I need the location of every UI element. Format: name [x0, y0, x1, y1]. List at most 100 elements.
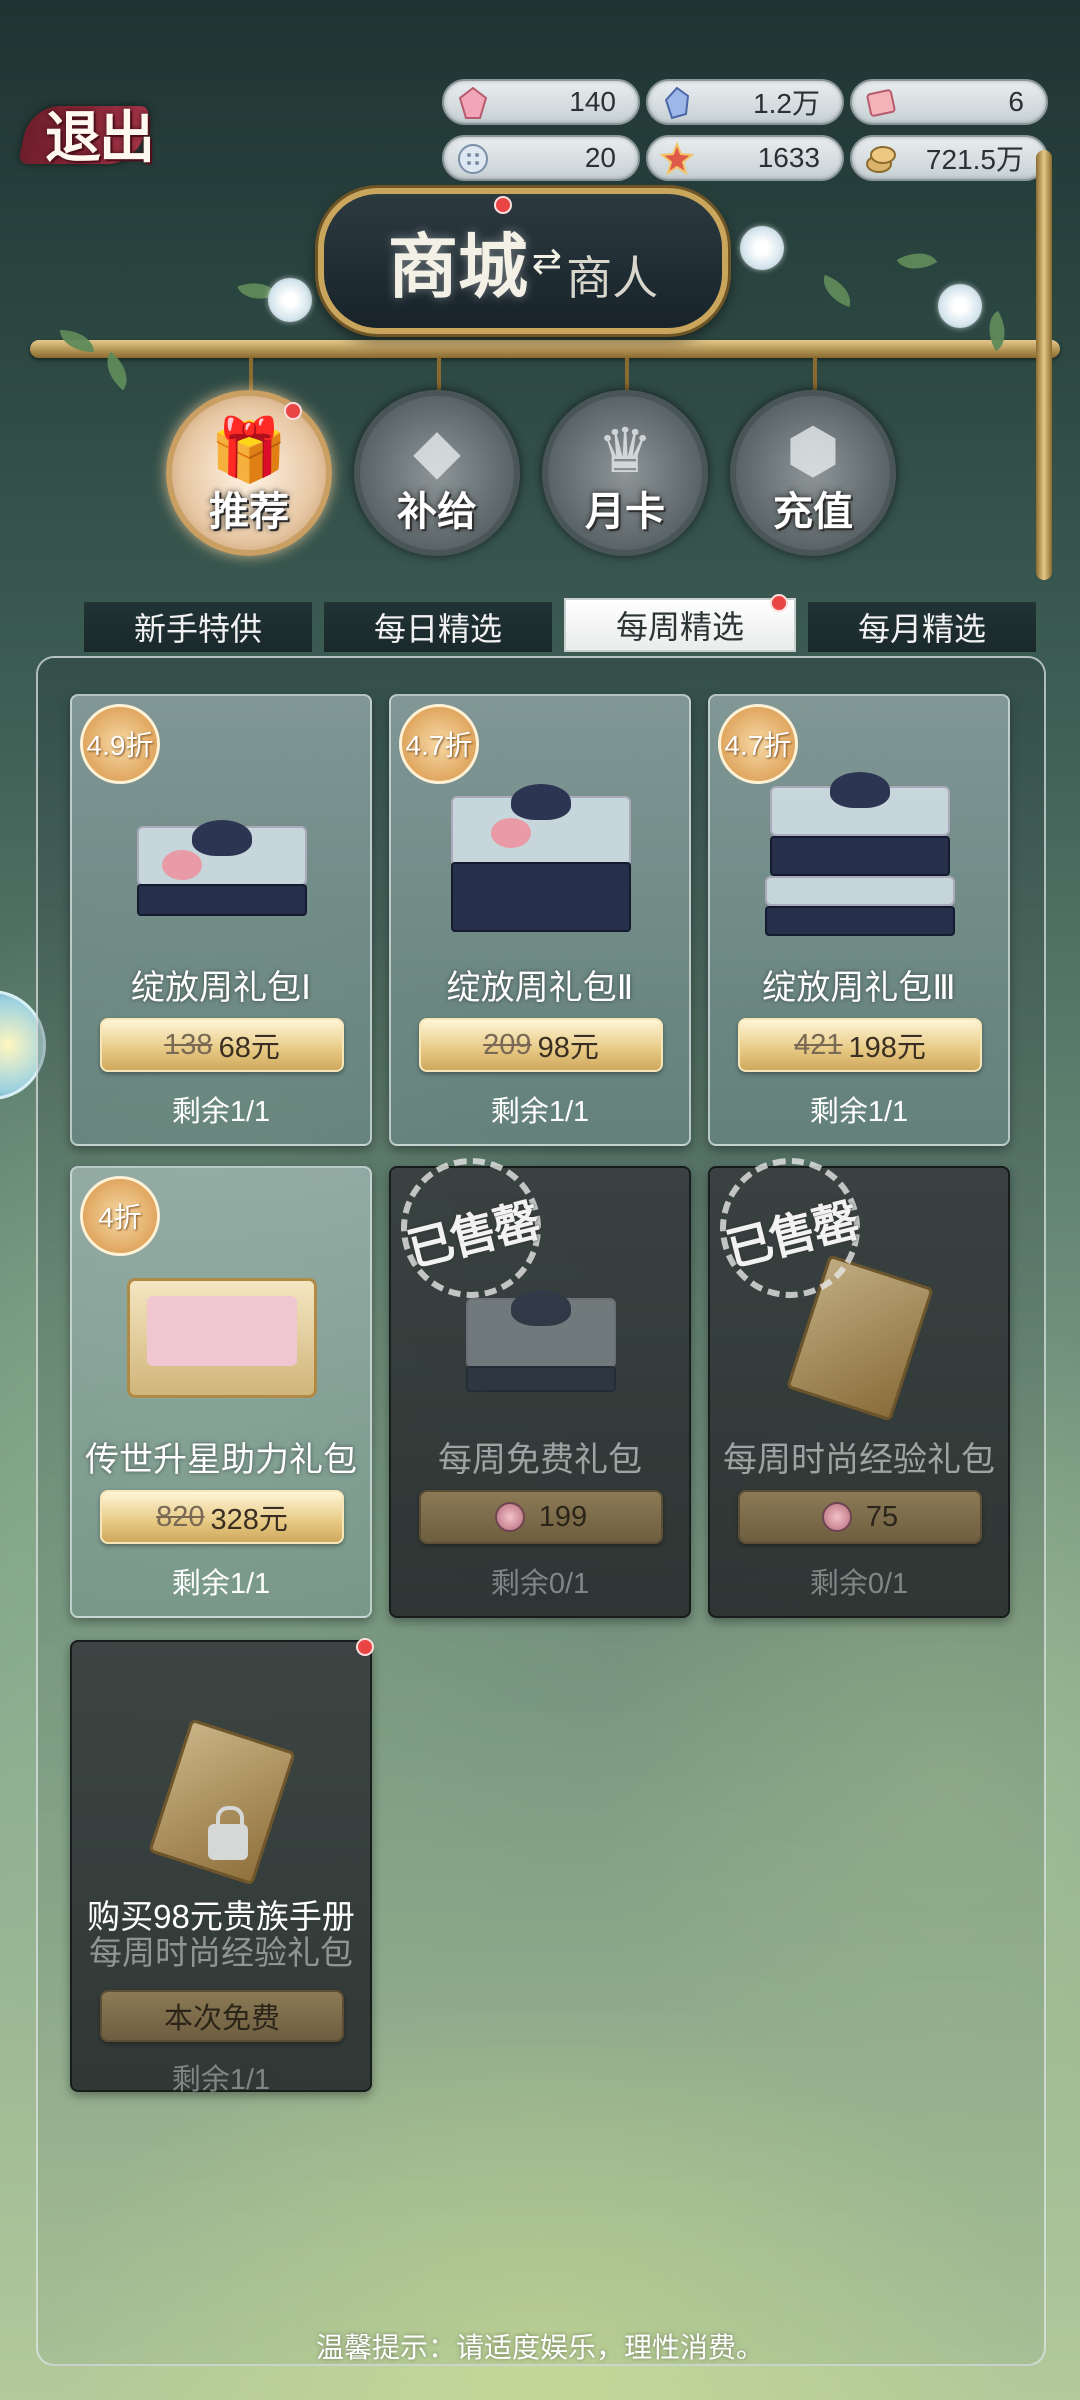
- tab-newbie[interactable]: 新手特供: [84, 602, 312, 652]
- remaining-count: 剩余1/1: [171, 1096, 271, 1128]
- gift-box-art: [750, 766, 970, 946]
- currency-pink-crystal[interactable]: 140: [442, 79, 640, 125]
- exit-button[interactable]: 退出: [14, 88, 184, 178]
- original-price: 209: [483, 1028, 532, 1061]
- buy-button[interactable]: 75: [738, 1490, 982, 1544]
- notification-dot: [356, 1638, 374, 1656]
- leaf-decoration: [896, 242, 938, 280]
- remaining-count: 剩余0/1: [490, 1568, 590, 1600]
- buy-button[interactable]: 421 198元: [738, 1018, 982, 1072]
- product-card-sold-out[interactable]: 已售罄 每周时尚经验礼包 75 剩余0/1: [705, 1143, 1010, 1618]
- buy-button[interactable]: 820 328元: [100, 1490, 344, 1544]
- hanging-string: [249, 358, 253, 394]
- product-card[interactable]: 4.9折 绽放周礼包Ⅰ 138 68元 剩余1/1: [70, 694, 372, 1146]
- product-title: 传世升星助力礼包: [85, 1441, 357, 1479]
- remaining-count: 剩余1/1: [171, 1568, 271, 1600]
- product-title: 每周时尚经验礼包: [89, 1934, 353, 1971]
- sign-main-label: 商城: [387, 224, 528, 308]
- sale-price: 328元: [210, 1504, 288, 1536]
- currency-star-gem[interactable]: 1633: [646, 135, 844, 181]
- gem-price: 75: [865, 1500, 899, 1533]
- exit-label: 退出: [45, 104, 155, 171]
- category-label: 月卡: [585, 488, 665, 535]
- sale-price: 68元: [218, 1032, 280, 1064]
- hanging-string: [625, 358, 629, 394]
- product-card[interactable]: 4.7折 绽放周礼包Ⅲ 421 198元 剩余1/1: [708, 694, 1010, 1146]
- notification-dot: [494, 196, 512, 214]
- footer-tip: 温馨提示：请适度娱乐，理性消费。: [315, 2332, 764, 2363]
- shop-merchant-switch[interactable]: 商城 ⇄ 商人: [318, 188, 728, 334]
- currency-gold-coin[interactable]: 721.5万: [850, 135, 1048, 181]
- gem-recharge-icon: ⬢: [785, 417, 841, 486]
- currency-value: 1633: [757, 142, 820, 173]
- currency-blue-crystal[interactable]: 1.2万: [646, 79, 844, 125]
- hanging-string: [813, 358, 817, 394]
- product-card[interactable]: 4.7折 绽放周礼包Ⅱ 209 98元 剩余1/1: [389, 694, 691, 1146]
- white-rose-icon: [938, 284, 982, 328]
- original-price: 138: [164, 1028, 213, 1061]
- golden-vine-post: [1036, 150, 1052, 580]
- sold-out-stamp: 已售罄: [386, 1143, 556, 1313]
- treasure-chest-art: [112, 1238, 332, 1418]
- sold-out-stamp: 已售罄: [705, 1143, 875, 1313]
- product-title: 绽放周礼包Ⅰ: [130, 969, 312, 1007]
- sign-sub-label: 商人: [566, 251, 659, 305]
- white-rose-icon: [268, 278, 312, 322]
- white-rose-icon: [740, 226, 784, 270]
- crown-card-icon: ♛: [597, 417, 653, 486]
- remaining-count: 剩余1/1: [809, 1096, 909, 1128]
- category-label: 推荐: [209, 488, 289, 535]
- notification-dot: [284, 402, 302, 420]
- lock-icon: [208, 1806, 248, 1860]
- buy-button[interactable]: 138 68元: [100, 1018, 344, 1072]
- original-price: 820: [156, 1500, 205, 1533]
- product-card-sold-out[interactable]: 已售罄 每周免费礼包 199 剩余0/1: [386, 1143, 691, 1618]
- buy-button[interactable]: 199: [419, 1490, 663, 1544]
- tab-label: 新手特供: [133, 611, 262, 647]
- notification-dot: [770, 594, 788, 612]
- tab-daily[interactable]: 每日精选: [324, 602, 552, 652]
- star-gem-icon: [658, 140, 696, 178]
- category-label: 补给: [397, 488, 477, 535]
- product-title: 绽放周礼包Ⅱ: [446, 969, 634, 1007]
- currency-value: 721.5万: [925, 144, 1024, 175]
- original-price: 421: [794, 1028, 843, 1061]
- category-supply[interactable]: ◆ 补给: [354, 390, 520, 556]
- leaf-decoration: [817, 274, 857, 308]
- hanging-string: [437, 358, 441, 394]
- currency-ticket[interactable]: 6: [850, 79, 1048, 125]
- period-tabs: 新手特供 每日精选 每周精选 每月精选: [84, 594, 1036, 654]
- product-card-locked[interactable]: 购买98元贵族手册 每周时尚经验礼包 本次免费 剩余1/1: [70, 1638, 374, 2096]
- category-recharge[interactable]: ⬢ 充值: [730, 390, 896, 556]
- free-claim-label: 本次免费: [163, 2003, 280, 2035]
- remaining-count: 剩余1/1: [490, 1096, 590, 1128]
- sale-price: 198元: [848, 1032, 926, 1064]
- currency-button-token[interactable]: 20: [442, 135, 640, 181]
- remaining-count: 剩余0/1: [809, 1568, 909, 1600]
- sale-price: 98元: [537, 1032, 599, 1064]
- product-title: 每周免费礼包: [438, 1441, 642, 1479]
- tab-weekly[interactable]: 每周精选: [564, 594, 796, 652]
- free-claim-button[interactable]: 本次免费: [100, 1990, 344, 2042]
- pink-crystal-icon: [821, 1502, 852, 1532]
- currency-value: 1.2万: [753, 88, 820, 119]
- category-label: 充值: [773, 488, 853, 535]
- product-title: 绽放周礼包Ⅲ: [762, 969, 956, 1007]
- golden-vine-rail: [30, 340, 1060, 358]
- buy-button[interactable]: 209 98元: [419, 1018, 663, 1072]
- blue-crystal-icon: [658, 84, 696, 122]
- gift-box-icon: 🎁: [210, 416, 288, 485]
- tab-monthly[interactable]: 每月精选: [808, 602, 1036, 652]
- tab-label: 每日精选: [373, 611, 502, 647]
- pink-crystal-icon: [494, 1502, 525, 1532]
- category-recommended[interactable]: 🎁 推荐: [166, 390, 332, 556]
- product-title: 每周时尚经验礼包: [723, 1441, 995, 1479]
- gold-coin-icon: [862, 140, 900, 178]
- currency-value: 140: [569, 86, 616, 117]
- gem-price: 199: [538, 1500, 588, 1533]
- category-monthly-card[interactable]: ♛ 月卡: [542, 390, 708, 556]
- product-card[interactable]: 4折 传世升星助力礼包 820 328元 剩余1/1: [70, 1166, 372, 1618]
- fashion-book-art: [112, 1712, 332, 1892]
- currency-value: 6: [1008, 86, 1024, 117]
- gift-box-art: [431, 766, 651, 946]
